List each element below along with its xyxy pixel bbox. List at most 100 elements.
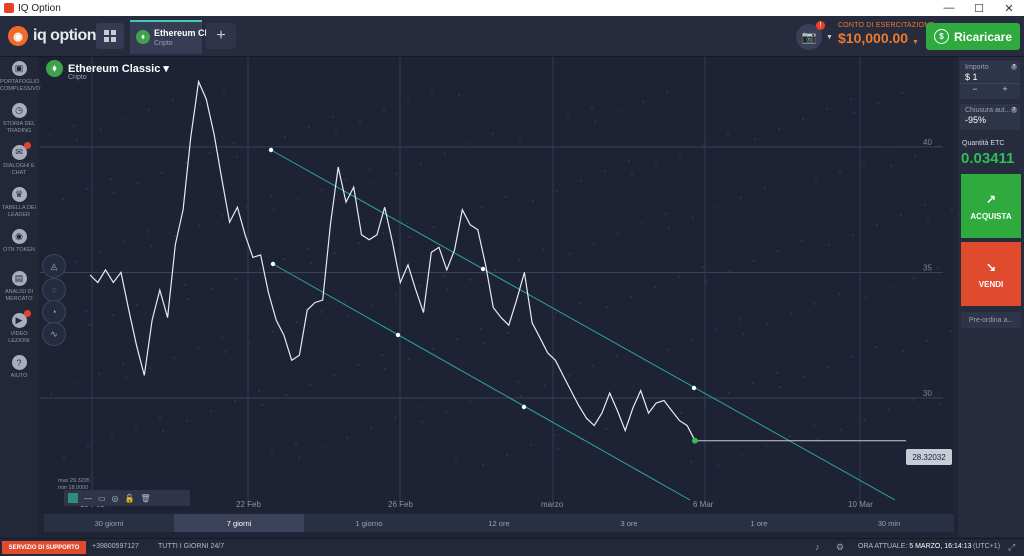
map-dot [900, 91, 904, 95]
amount-plus-button[interactable]: + [990, 84, 1020, 94]
camera-icon[interactable]: 📷! [796, 21, 825, 50]
sidebar-item-label: AIUTO [10, 373, 28, 379]
volume-icon[interactable]: ♪ [815, 542, 825, 552]
timeframe-7d[interactable]: 7 giorni [174, 514, 304, 532]
map-dot [334, 129, 338, 133]
map-dot [283, 135, 287, 139]
balance-chevron-icon[interactable]: ▼ [912, 39, 919, 46]
unlock-icon[interactable]: 🔓 [125, 494, 135, 503]
timeframe-icon[interactable]: ◔ [42, 300, 66, 324]
map-dot [764, 444, 768, 448]
help-icon[interactable]: ? [1011, 64, 1017, 70]
close-button[interactable]: ✕ [994, 0, 1024, 16]
account-balance[interactable]: CONTO DI ESERCITAZIONE $10,000.00 [838, 22, 934, 46]
map-dot [578, 301, 582, 305]
drawing-tools-icon[interactable]: ∿ [42, 322, 66, 346]
map-dot [888, 286, 892, 290]
map-dot [825, 107, 829, 111]
amount-minus-button[interactable]: − [960, 84, 990, 94]
timeframe-3h[interactable]: 3 ore [564, 514, 694, 532]
amount-box[interactable]: Importo ? $ 1 − + [960, 61, 1020, 99]
support-button[interactable]: SERVIZIO DI SUPPORTO [2, 541, 86, 554]
timeframe-1d[interactable]: 1 giorno [304, 514, 434, 532]
asset-tab-ethereum[interactable]: ⬧ Ethereum Cl... Cripto [130, 20, 215, 54]
chart-svg[interactable]: 30354019 Feb22 Feb26 Febmarzo6 Mar10 Mar [40, 57, 953, 513]
y-tick-label: 35 [923, 263, 932, 272]
chevron-down-icon[interactable]: ▼ [826, 34, 833, 41]
map-dot [171, 98, 175, 102]
timeframe-1h[interactable]: 1 ore [694, 514, 824, 532]
sidebar-item-history[interactable]: ◷ STORIA DEL TRADING [0, 103, 38, 135]
map-dot [568, 252, 572, 256]
timeframe-30d[interactable]: 30 giorni [44, 514, 174, 532]
sidebar-item-help[interactable]: ? AIUTO [0, 355, 38, 380]
price-line [89, 79, 696, 441]
map-dot [567, 374, 571, 378]
help-icon[interactable]: ? [1011, 107, 1017, 113]
sidebar-item-portfolio[interactable]: ▣ PORTAFOGLIO COMPLESSIVO [0, 61, 40, 93]
topup-button[interactable]: $ Ricaricare [926, 23, 1020, 50]
map-dot [839, 428, 843, 432]
support-phone[interactable]: +39800597127 [92, 543, 139, 550]
map-dot [121, 362, 125, 366]
trash-icon[interactable]: 🗑 [141, 494, 151, 503]
map-dot [554, 311, 558, 315]
map-dot [727, 391, 731, 395]
sidebar-item-market-analysis[interactable]: ▤ ANALISI DI MERCATO [0, 271, 38, 303]
map-dot [431, 347, 435, 351]
preorder-button[interactable]: Pre-ordina a... [961, 312, 1021, 328]
auto-close-box[interactable]: Chiusura aut... ? -95% [960, 104, 1020, 130]
grid-color-icon[interactable] [68, 493, 78, 503]
timeframe-12h[interactable]: 12 ore [434, 514, 564, 532]
maximize-button[interactable]: ☐ [964, 0, 994, 16]
map-dot [148, 366, 152, 370]
map-dot [321, 446, 325, 450]
map-dot [852, 111, 856, 115]
sidebar-item-label: VIDEO LEZIONI [8, 331, 30, 344]
buy-button[interactable]: ↗ ACQUISTA [961, 174, 1021, 238]
eye-icon[interactable]: ◎ [112, 494, 119, 503]
clock-icon: ◷ [11, 103, 27, 118]
map-dot [925, 339, 929, 343]
map-dot [778, 385, 782, 389]
timeframe-30m[interactable]: 30 min [824, 514, 954, 532]
map-dot [938, 402, 942, 406]
amount-input[interactable]: $ 1 [960, 71, 1020, 83]
balance-value: $10,000.00 [838, 30, 909, 46]
fullscreen-icon[interactable]: ⤢ [1008, 542, 1018, 552]
map-dot [331, 115, 335, 119]
sidebar-item-otn[interactable]: ◉ OTN TOKEN [0, 229, 38, 254]
map-dot [518, 136, 522, 140]
map-dot [677, 275, 681, 279]
auto-close-value[interactable]: -95% [960, 114, 1020, 126]
map-dot [220, 336, 224, 340]
map-dot [258, 267, 262, 271]
price-chart[interactable]: 30354019 Feb22 Feb26 Febmarzo6 Mar10 Mar [40, 57, 953, 513]
map-dot [555, 189, 559, 193]
line-style-icon[interactable]: — [84, 494, 92, 503]
sidebar-item-leaderboard[interactable]: ♛ TABELLA DEI LEADER [0, 187, 38, 219]
settings-icon[interactable]: ⚙ [836, 542, 846, 552]
map-dot [593, 120, 597, 124]
indicators-icon[interactable]: ◌ [42, 278, 66, 302]
map-dot [899, 213, 903, 217]
minimize-button[interactable]: — [934, 0, 964, 16]
asset-selector[interactable]: ⬧ Ethereum Classic ▾ [46, 60, 169, 77]
sidebar-item-chat[interactable]: ✉ DIALOGHI E CHAT [0, 142, 38, 177]
map-dot [775, 371, 779, 375]
map-dot [738, 318, 742, 322]
map-dot [493, 268, 497, 272]
support-hours: TUTTI I GIORNI 24/7 [158, 543, 225, 550]
logo[interactable]: ◉ iq option [8, 26, 97, 46]
ethereum-classic-icon: ⬧ [136, 30, 150, 44]
map-dot [357, 241, 361, 245]
chart-type-icon[interactable]: ◬ [42, 254, 66, 278]
add-tab-button[interactable]: + [206, 23, 236, 49]
sell-button[interactable]: ↘ VENDI [961, 242, 1021, 306]
map-dot [445, 288, 449, 292]
map-dot [592, 242, 596, 246]
quantity-label: Quantità ETC [962, 140, 1005, 147]
asset-grid-button[interactable] [96, 23, 124, 49]
copy-icon[interactable]: ▭ [98, 494, 106, 503]
sidebar-item-video[interactable]: ▶ VIDEO LEZIONI [0, 310, 38, 345]
